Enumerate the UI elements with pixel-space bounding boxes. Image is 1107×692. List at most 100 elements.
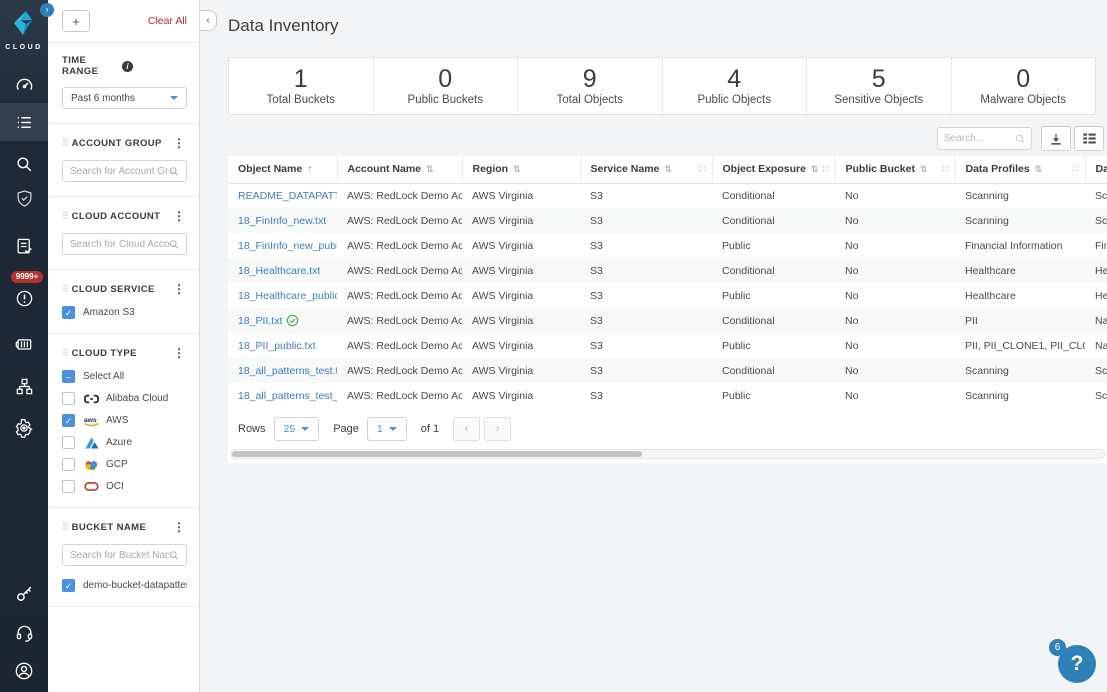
table-row: 18_PII_public.txt AWS: RedLock Demo Acc.…	[228, 333, 1107, 358]
access-key-icon[interactable]	[0, 576, 48, 610]
column-header-object-exposure[interactable]: Object Exposure ⇅ ∷	[712, 156, 836, 184]
bucket-name-option-demo-bucket[interactable]: ✓ demo-bucket-datapattern-f...	[62, 579, 187, 592]
cell-account: AWS: RedLock Demo Acc...	[347, 364, 462, 377]
cell-patterns: Hea	[1095, 264, 1107, 277]
object-name-link[interactable]: 18_all_patterns_test_publ...	[238, 390, 337, 402]
column-picker-button[interactable]	[1074, 126, 1104, 151]
download-button[interactable]	[1041, 126, 1071, 151]
object-name-link[interactable]: README_DATAPATTER...	[238, 190, 337, 202]
sort-icon[interactable]: ⇅	[513, 164, 521, 175]
logo-text: CLOUD	[5, 44, 43, 51]
kebab-menu-icon[interactable]: ⋮	[171, 209, 187, 223]
checkbox-unchecked-icon[interactable]	[62, 480, 75, 493]
account-group-search-input[interactable]	[70, 165, 170, 177]
column-header-account-name[interactable]: Account Name ⇅	[337, 156, 463, 184]
next-page-button[interactable]: ›	[484, 417, 512, 441]
object-name-link[interactable]: 18_Healthcare.txt	[238, 265, 320, 277]
cell-account: AWS: RedLock Demo Acc...	[347, 289, 462, 302]
network-topology-icon[interactable]	[0, 369, 48, 403]
oci-icon	[83, 482, 100, 491]
drag-handle-icon[interactable]: ⠿	[62, 522, 69, 533]
checkbox-unchecked-icon[interactable]	[62, 436, 75, 449]
time-range-select[interactable]: Past 6 months	[62, 87, 187, 109]
sort-asc-icon[interactable]: ↑	[307, 164, 312, 175]
checkbox-checked-icon[interactable]: ✓	[62, 414, 75, 427]
checkbox-checked-icon[interactable]: ✓	[62, 579, 75, 592]
kebab-menu-icon[interactable]: ⋮	[171, 136, 187, 150]
info-icon[interactable]: i	[122, 60, 133, 72]
kebab-menu-icon[interactable]: ⋮	[171, 282, 187, 296]
object-name-link[interactable]: 18_FinInfo_new_public.txt	[238, 240, 337, 252]
cloud-account-search-input[interactable]	[70, 238, 170, 250]
cloud-type-option-gcp[interactable]: GCP	[62, 458, 187, 471]
dashboard-gauge-icon[interactable]	[0, 69, 48, 103]
cloud-type-option-oci[interactable]: OCI	[62, 480, 187, 493]
column-header-region[interactable]: Region ⇅	[462, 156, 581, 184]
kebab-menu-icon[interactable]: ⋮	[171, 520, 187, 534]
cloud-account-search[interactable]	[62, 233, 187, 255]
collapse-filters-button[interactable]: ‹	[200, 10, 217, 31]
account-group-search[interactable]	[62, 160, 187, 182]
table-search[interactable]	[937, 127, 1032, 150]
object-name-link[interactable]: 18_Healthcare_public.txt	[238, 290, 337, 302]
scrollbar-thumb[interactable]	[232, 451, 643, 457]
search-investigate-icon[interactable]	[0, 147, 48, 181]
assets-container-icon[interactable]	[0, 327, 48, 361]
column-header-public-bucket[interactable]: Public Bucket ⇅ ∷	[835, 156, 956, 184]
sort-icon[interactable]: ⇅	[426, 164, 434, 175]
drag-handle-icon[interactable]: ⠿	[62, 211, 69, 222]
inventory-list-icon[interactable]	[0, 103, 48, 141]
checkbox-indeterminate-icon[interactable]: –	[62, 370, 75, 383]
column-drag-handle-icon[interactable]: ∷	[942, 164, 950, 175]
column-drag-handle-icon[interactable]: ∷	[699, 164, 707, 175]
bucket-name-search-input[interactable]	[70, 549, 170, 561]
cloud-type-option-alibaba[interactable]: Alibaba Cloud	[62, 392, 187, 405]
settings-gear-icon[interactable]	[0, 411, 48, 445]
sort-icon[interactable]: ⇅	[811, 164, 819, 175]
alerts-exclamation-icon[interactable]	[0, 285, 48, 311]
sort-icon[interactable]: ⇅	[664, 164, 672, 175]
previous-page-button[interactable]: ‹	[453, 417, 481, 441]
cell-patterns: Sca	[1095, 389, 1107, 402]
cloud-service-option-amazon-s3[interactable]: ✓ Amazon S3	[62, 306, 187, 319]
bucket-name-search[interactable]	[62, 544, 187, 566]
kebab-menu-icon[interactable]: ⋮	[171, 346, 187, 360]
object-name-link[interactable]: 18_PII_public.txt	[238, 340, 316, 352]
column-header-data-patterns[interactable]: Dat	[1085, 156, 1107, 184]
cloud-type-option-azure[interactable]: Azure	[62, 436, 187, 449]
table-search-input[interactable]	[944, 133, 1015, 144]
cell-profiles: Scanning	[965, 189, 1009, 202]
object-name-link[interactable]: 18_all_patterns_test.txt	[238, 365, 337, 377]
checkbox-checked-icon[interactable]: ✓	[62, 306, 75, 319]
drag-handle-icon[interactable]: ⠿	[62, 348, 69, 359]
compliance-shield-icon[interactable]	[0, 181, 48, 215]
support-headset-icon[interactable]	[0, 616, 48, 650]
column-header-object-name[interactable]: Object Name ↑	[228, 156, 338, 184]
page-select[interactable]: 1	[366, 417, 407, 441]
checkbox-unchecked-icon[interactable]	[62, 392, 75, 405]
prisma-cloud-logo[interactable]: CLOUD	[5, 10, 42, 51]
drag-handle-icon[interactable]: ⠿	[62, 138, 69, 149]
cloud-type-select-all[interactable]: – Select All	[62, 370, 187, 383]
sort-icon[interactable]: ⇅	[1035, 164, 1043, 175]
checkbox-unchecked-icon[interactable]	[62, 458, 75, 471]
help-button[interactable]: ?	[1058, 645, 1096, 683]
object-name-link[interactable]: 18_PII.txt	[238, 315, 282, 327]
stat-value: 0	[1016, 64, 1031, 93]
clear-all-filters-link[interactable]: Clear All	[148, 15, 187, 27]
policies-clipboard-icon[interactable]	[0, 229, 48, 263]
add-filter-button[interactable]: +	[62, 10, 90, 32]
expand-nav-badge[interactable]: ›	[40, 3, 54, 17]
cloud-type-option-aws[interactable]: ✓ aws AWS	[62, 414, 187, 427]
rows-per-page-select[interactable]: 25	[273, 417, 320, 441]
horizontal-scrollbar[interactable]	[230, 449, 1105, 459]
column-drag-handle-icon[interactable]: ∷	[822, 164, 830, 175]
sort-icon[interactable]: ⇅	[920, 164, 928, 175]
user-profile-icon[interactable]	[0, 654, 48, 688]
column-drag-handle-icon[interactable]: ∷	[1072, 164, 1080, 175]
column-header-service-name[interactable]: Service Name ⇅ ∷	[580, 156, 713, 184]
object-name-link[interactable]: 18_FinInfo_new.txt	[238, 215, 326, 227]
drag-handle-icon[interactable]: ⠿	[62, 284, 69, 295]
column-header-data-profiles[interactable]: Data Profiles ⇅ ∷	[955, 156, 1086, 184]
cell-public-bucket: No	[845, 239, 859, 252]
